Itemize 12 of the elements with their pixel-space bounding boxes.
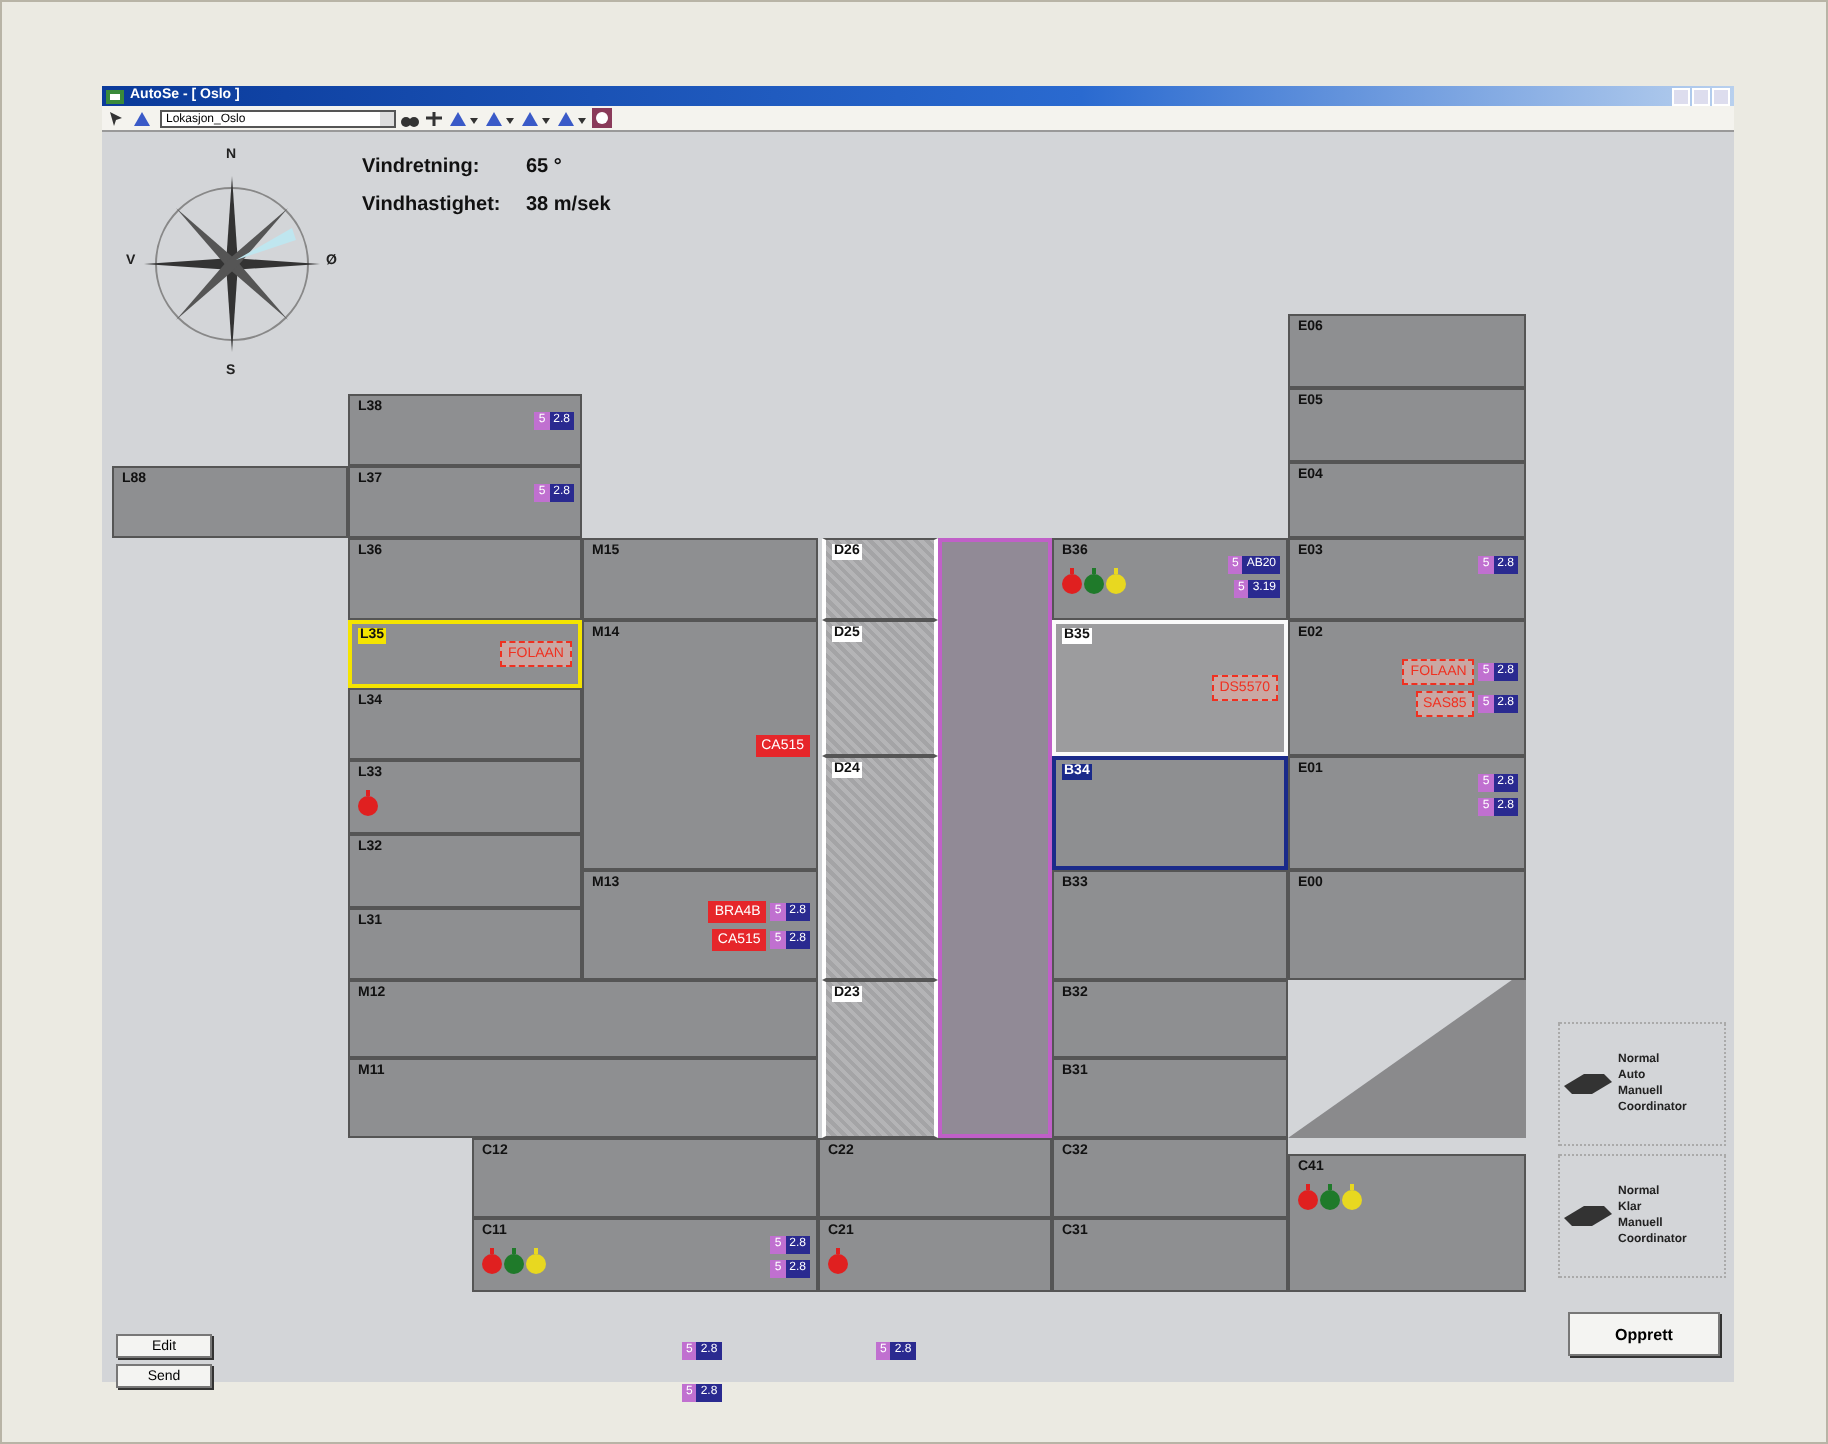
triangle-icon[interactable] (484, 109, 516, 127)
wind-label: Vindretning: (362, 156, 482, 178)
wind-value: 38 m/sek (526, 194, 611, 216)
app-icon (106, 87, 124, 105)
wind-label: Vindhastighet: (362, 194, 503, 216)
triangle-icon[interactable] (132, 109, 156, 127)
create-button[interactable]: Opprett (1568, 1312, 1720, 1356)
triangle-icon[interactable] (520, 109, 552, 127)
alarm-icon[interactable] (592, 108, 612, 128)
wind-value: 65 ° (526, 156, 564, 178)
triangle-icon[interactable] (556, 109, 588, 127)
triangle-icon[interactable] (448, 109, 480, 127)
